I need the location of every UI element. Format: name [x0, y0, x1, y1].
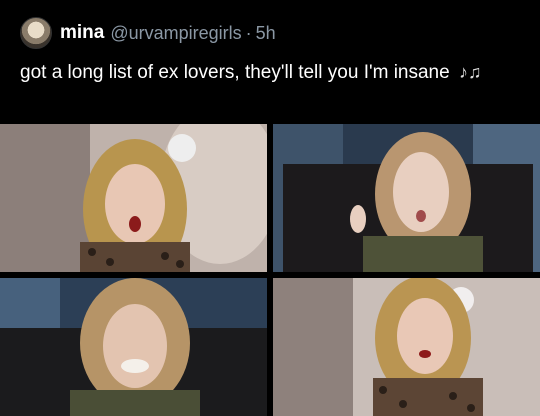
photo-bottom-left[interactable]	[0, 278, 267, 416]
photo-top-right[interactable]	[273, 124, 540, 272]
separator-dot: ·	[245, 22, 252, 43]
tweet-header: mina @urvampiregirls · 5h	[20, 16, 276, 50]
media-grid	[0, 124, 540, 416]
display-name[interactable]: mina	[60, 22, 104, 44]
handle[interactable]: @urvampiregirls	[110, 23, 241, 44]
avatar[interactable]	[20, 17, 52, 49]
music-notes-icon: ♪♫	[458, 62, 482, 82]
tweet-text: got a long list of ex lovers, they'll te…	[20, 60, 520, 85]
photo-bottom-right[interactable]	[273, 278, 540, 416]
timestamp[interactable]: 5h	[256, 23, 276, 44]
tweet-text-body: got a long list of ex lovers, they'll te…	[20, 62, 450, 83]
photo-top-left[interactable]	[0, 124, 267, 272]
